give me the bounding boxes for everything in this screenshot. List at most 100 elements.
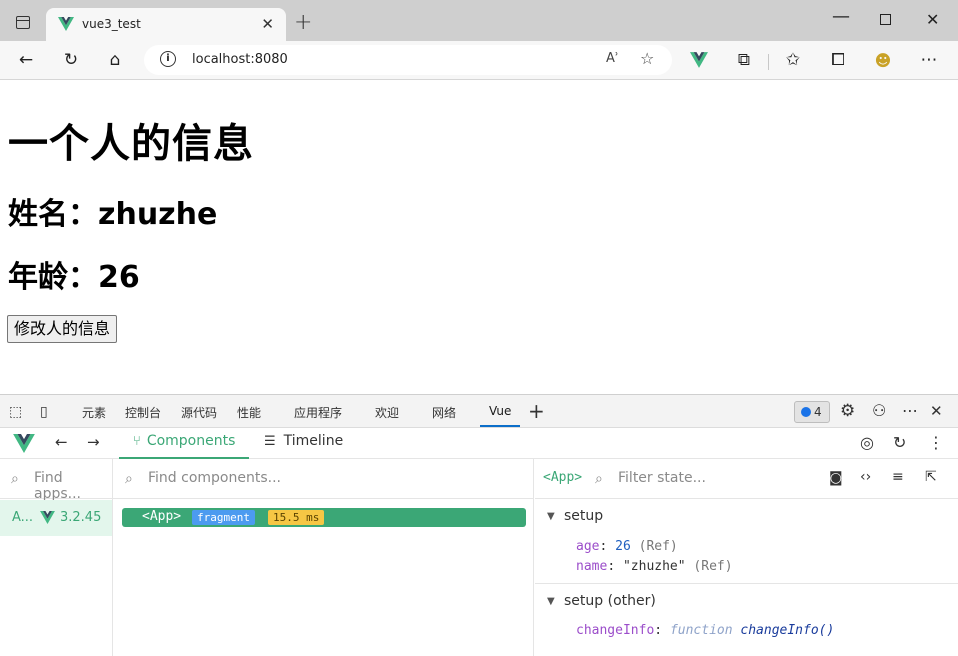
prop-key: age (576, 539, 600, 554)
address-bar[interactable]: i localhost:8080 Aʾ ☆ (144, 45, 672, 75)
tab-actions-icon[interactable] (8, 10, 38, 34)
show-render-code-icon[interactable]: ‹› (860, 469, 871, 485)
extensions-icon[interactable]: ⧉ (733, 49, 755, 71)
site-info-icon[interactable]: i (160, 51, 176, 67)
nav-forward-icon[interactable]: → (87, 433, 100, 451)
inspect-element-icon[interactable]: ⬚ (9, 404, 22, 420)
toolbar-divider (768, 54, 769, 70)
home-icon[interactable]: ⌂ (104, 49, 126, 71)
prop-value: "zhuzhe" (622, 559, 686, 574)
vue-more-icon[interactable]: ⋮ (928, 433, 944, 452)
read-aloud-icon[interactable]: Aʾ (606, 51, 619, 66)
tab-network[interactable]: 网络 (432, 404, 456, 421)
page-content: 一个人的信息 姓名：zhuzhe 年龄：26 修改人的信息 (0, 81, 958, 394)
tab-timeline[interactable]: ☰ Timeline (264, 433, 343, 449)
state-search-input[interactable]: Filter state... (618, 470, 706, 486)
components-search-placeholder: Find components... (148, 470, 281, 486)
tab-timeline-label: Timeline (283, 433, 344, 449)
prop-key: changeInfo (576, 623, 655, 638)
state-prop-changeinfo[interactable]: changeInfo: function changeInfo() (576, 623, 834, 638)
feedback-icon[interactable]: ⚇ (872, 401, 886, 420)
browser-toolbar: ← ↻ ⌂ i localhost:8080 Aʾ ☆ ⧉ ✩ ⧠ ☻ ⋯ (0, 41, 958, 80)
prop-kind: (Ref) (638, 539, 678, 554)
collapse-arrow-icon: ▼ (547, 596, 555, 607)
profile-avatar-icon[interactable]: ☻ (872, 49, 894, 71)
component-tag: <App> (142, 509, 182, 524)
vue-logo-icon (13, 434, 35, 453)
search-icon: ⌕ (595, 471, 603, 487)
tab-performance[interactable]: 性能 (237, 404, 261, 421)
app-list-item[interactable]: A... 3.2.45 (0, 500, 112, 536)
nav-back-icon[interactable]: ← (55, 433, 68, 451)
tab-application[interactable]: 应用程序 (294, 404, 342, 421)
tab-elements[interactable]: 元素 (82, 404, 106, 421)
prop-value: 26 (615, 539, 631, 554)
settings-gear-icon[interactable]: ⚙ (840, 401, 855, 421)
page-heading: 一个人的信息 (8, 121, 254, 167)
collections-icon[interactable]: ⧠ (827, 49, 849, 71)
favorites-icon[interactable]: ✩ (782, 49, 804, 71)
tab-vue[interactable]: Vue (489, 404, 511, 418)
reload-icon[interactable]: ↻ (893, 433, 906, 452)
prop-keyword: function (669, 623, 733, 638)
setup-section-title: setup (564, 508, 604, 524)
more-icon[interactable]: ⋯ (918, 49, 940, 71)
inspect-dom-icon[interactable]: ≡ (892, 469, 904, 485)
devtools-tab-strip: ⬚ ▯ 元素 控制台 源代码 性能 应用程序 欢迎 网络 Vue + 4 ⚙ ⚇… (0, 394, 958, 428)
state-pane: <App> ⌕ Filter state... ◙ ‹› ≡ ⇱ ▼ setup… (535, 459, 958, 656)
component-tree-row[interactable]: <App> fragment 15.5 ms (122, 508, 526, 527)
components-search[interactable]: ⌕ Find components... (113, 459, 533, 499)
section-divider (535, 583, 958, 584)
tab-welcome[interactable]: 欢迎 (375, 404, 399, 421)
prop-key: name (576, 559, 608, 574)
age-line: 年龄：26 (8, 260, 140, 295)
collapse-arrow-icon: ▼ (547, 511, 555, 522)
browser-tab[interactable]: vue3_test ✕ (46, 8, 286, 41)
window-close-icon[interactable]: ✕ (926, 10, 939, 29)
selected-component-name: <App> (543, 470, 583, 485)
state-toolbar: <App> ⌕ Filter state... ◙ ‹› ≡ ⇱ (535, 459, 958, 499)
prop-value: changeInfo() (740, 623, 835, 638)
address-url: localhost:8080 (192, 52, 288, 67)
apps-search-placeholder: Find apps... (34, 470, 81, 502)
apps-search[interactable]: ⌕ Find apps... (0, 459, 112, 502)
devtools-more-icon[interactable]: ⋯ (902, 401, 918, 420)
add-favorite-icon[interactable]: ☆ (640, 49, 654, 68)
tab-title: vue3_test (82, 17, 141, 31)
search-icon: ⌕ (125, 471, 133, 487)
active-tab-indicator (480, 425, 520, 427)
new-tab-icon[interactable]: + (294, 12, 312, 34)
maximize-icon[interactable] (880, 10, 891, 29)
change-info-button[interactable]: 修改人的信息 (7, 315, 118, 343)
state-prop-name[interactable]: name: "zhuzhe" (Ref) (576, 559, 733, 574)
back-icon[interactable]: ← (15, 49, 37, 71)
select-component-icon[interactable]: ◎ (860, 433, 874, 452)
device-emulation-icon[interactable]: ▯ (40, 404, 48, 420)
timeline-icon: ☰ (264, 434, 276, 449)
scroll-to-component-icon[interactable]: ◙ (829, 470, 843, 486)
tab-sources[interactable]: 源代码 (181, 404, 217, 421)
fragment-badge: fragment (192, 510, 255, 525)
issues-count: 4 (814, 405, 822, 419)
state-prop-age[interactable]: age: 26 (Ref) (576, 539, 678, 554)
vue-app-icon (40, 511, 55, 524)
components-tree-icon: ⑂ (133, 434, 141, 449)
vue-devtools-bar: ← → ⑂ Components ☰ Timeline ◎ ↻ ⋮ (0, 428, 958, 459)
render-time-badge: 15.5 ms (268, 510, 325, 525)
apps-pane: ⌕ Find apps... A... 3.2.45 (0, 459, 113, 656)
open-in-editor-icon[interactable]: ⇱ (925, 469, 937, 485)
tab-close-icon[interactable]: ✕ (261, 15, 274, 33)
more-tools-icon[interactable]: + (528, 399, 545, 423)
tab-console[interactable]: 控制台 (125, 404, 161, 421)
minimize-icon[interactable]: — (832, 6, 850, 27)
components-pane: ⌕ Find components... <App> fragment 15.5… (113, 459, 534, 656)
refresh-icon[interactable]: ↻ (60, 49, 82, 71)
search-icon: ⌕ (11, 471, 19, 487)
issues-badge[interactable]: 4 (794, 401, 830, 423)
issues-icon (801, 407, 811, 417)
vue-devtools-extension-icon[interactable] (690, 52, 708, 68)
setup-other-section-title: setup (other) (564, 593, 656, 609)
tab-components[interactable]: ⑂ Components (119, 428, 250, 459)
prop-kind: (Ref) (693, 559, 733, 574)
devtools-close-icon[interactable]: ✕ (930, 402, 943, 420)
